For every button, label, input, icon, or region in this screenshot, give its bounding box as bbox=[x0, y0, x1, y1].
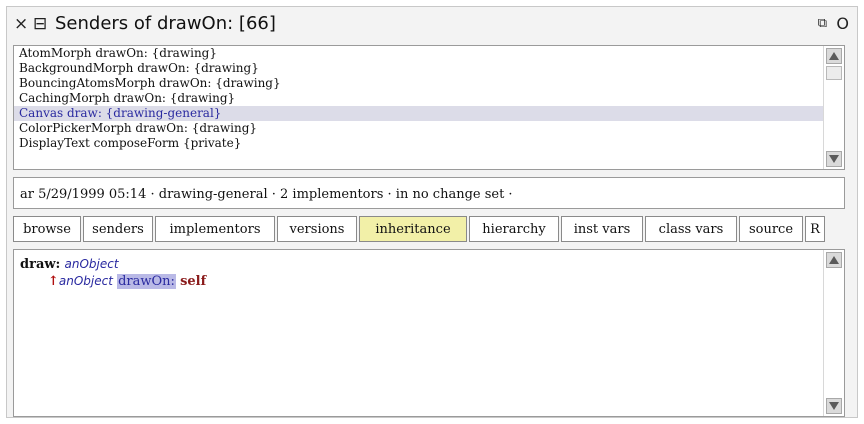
senders-browser-window: × ⊟ Senders of drawOn: [66] ⧉ O AtomMorp… bbox=[6, 6, 858, 418]
hierarchy-button[interactable]: hierarchy bbox=[469, 216, 559, 242]
list-item[interactable]: CachingMorph drawOn: {drawing} bbox=[14, 91, 824, 106]
scroll-down-arrow-icon[interactable] bbox=[826, 151, 842, 167]
r-button[interactable]: R bbox=[805, 216, 825, 242]
method-info-pane: ar 5/29/1999 05:14 · drawing-general · 2… bbox=[13, 177, 845, 209]
menu-icon[interactable]: ⊟ bbox=[33, 14, 47, 34]
argument-reference: anObject bbox=[58, 274, 113, 288]
list-item[interactable]: BackgroundMorph drawOn: {drawing} bbox=[14, 61, 824, 76]
button-bar: browse senders implementors versions inh… bbox=[13, 216, 845, 242]
collapse-icon[interactable]: ⧉ bbox=[818, 16, 827, 31]
list-item[interactable]: DisplayText composeForm {private} bbox=[14, 136, 824, 151]
scroll-thumb[interactable] bbox=[826, 66, 842, 80]
versions-button[interactable]: versions bbox=[277, 216, 357, 242]
list-item[interactable]: ColorPickerMorph drawOn: {drawing} bbox=[14, 121, 824, 136]
window-title: Senders of drawOn: [66] bbox=[55, 13, 276, 34]
source-button[interactable]: source bbox=[739, 216, 803, 242]
code-pane[interactable]: draw: anObject ↑anObject drawOn: self bbox=[13, 249, 845, 417]
title-bar[interactable]: × ⊟ Senders of drawOn: [66] ⧉ O bbox=[7, 7, 857, 41]
inst-vars-button[interactable]: inst vars bbox=[561, 216, 643, 242]
scroll-down-arrow-icon[interactable] bbox=[826, 398, 842, 414]
list-scrollbar[interactable] bbox=[823, 46, 844, 169]
close-icon[interactable]: × bbox=[14, 14, 28, 34]
selected-message[interactable]: drawOn: bbox=[117, 274, 176, 289]
scroll-up-arrow-icon[interactable] bbox=[826, 48, 842, 64]
scroll-up-arrow-icon[interactable] bbox=[826, 252, 842, 268]
list-item[interactable]: Canvas draw: {drawing-general} bbox=[14, 106, 824, 121]
list-item[interactable]: AtomMorph drawOn: {drawing} bbox=[14, 46, 824, 61]
senders-button[interactable]: senders bbox=[83, 216, 153, 242]
senders-list-pane: AtomMorph drawOn: {drawing} BackgroundMo… bbox=[13, 45, 845, 170]
self-keyword: self bbox=[180, 274, 207, 289]
class-vars-button[interactable]: class vars bbox=[645, 216, 737, 242]
expand-icon[interactable]: O bbox=[836, 14, 849, 33]
method-info-text: ar 5/29/1999 05:14 · drawing-general · 2… bbox=[20, 187, 513, 202]
browse-button[interactable]: browse bbox=[13, 216, 81, 242]
code-scrollbar[interactable] bbox=[823, 250, 844, 416]
return-caret: ↑ bbox=[48, 274, 59, 289]
argument-name: anObject bbox=[64, 257, 119, 271]
senders-list[interactable]: AtomMorph drawOn: {drawing} BackgroundMo… bbox=[14, 46, 824, 169]
code-editor[interactable]: draw: anObject ↑anObject drawOn: self bbox=[20, 256, 820, 290]
list-item[interactable]: BouncingAtomsMorph drawOn: {drawing} bbox=[14, 76, 824, 91]
implementors-button[interactable]: implementors bbox=[155, 216, 275, 242]
inheritance-button[interactable]: inheritance bbox=[359, 216, 467, 242]
method-selector: draw: bbox=[20, 257, 61, 272]
